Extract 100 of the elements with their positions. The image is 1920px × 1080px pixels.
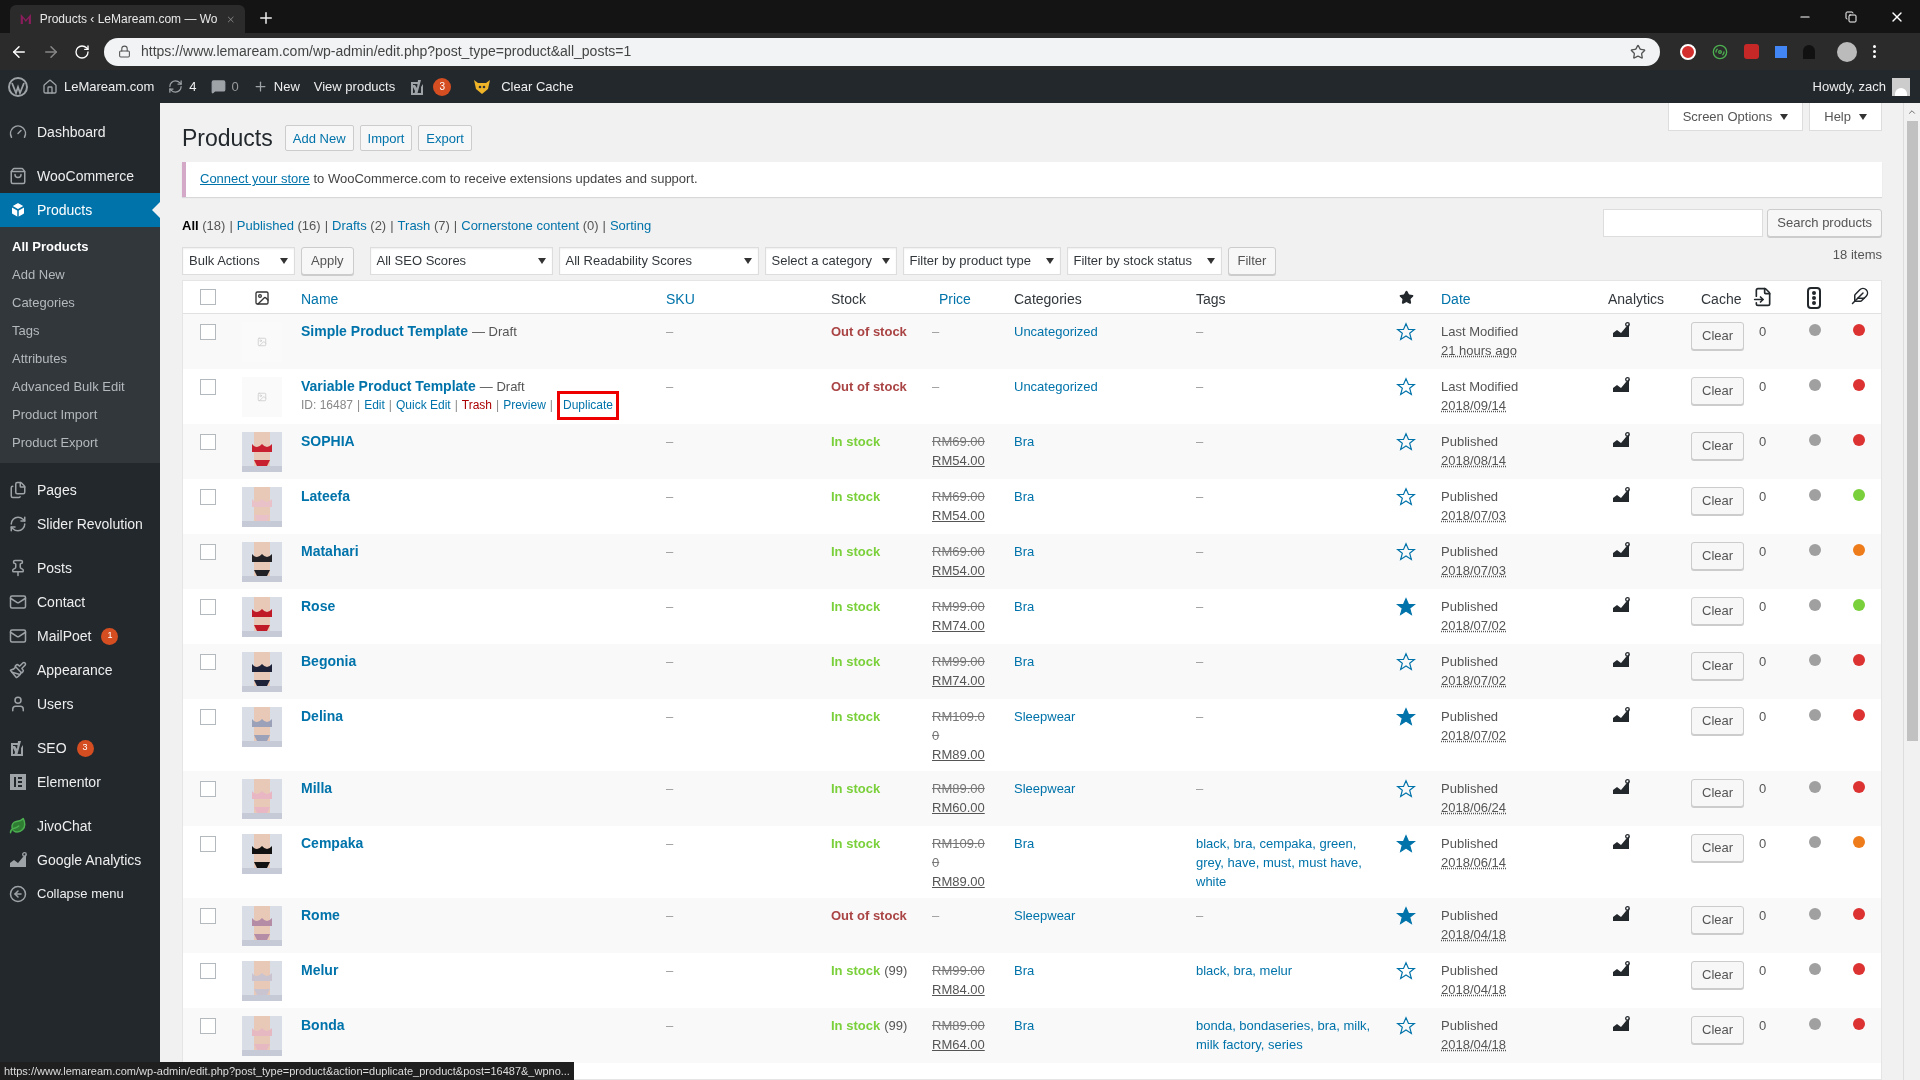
category-link[interactable]: Bra [1014,835,1035,851]
clear-cache-button[interactable]: Clear [1691,778,1745,807]
new-tab-icon[interactable] [257,9,275,27]
category-link[interactable]: Uncategorized [1014,378,1098,394]
product-name-link[interactable]: SOPHIA [301,431,355,451]
menu-icon[interactable] [1873,45,1876,58]
star-icon[interactable] [1396,321,1416,342]
column-header[interactable]: Price [939,290,971,307]
updates-count[interactable]: 4 [189,76,197,97]
clear-cache-button[interactable]: Clear [1691,431,1745,460]
clear-cache-link[interactable]: Clear Cache [501,76,574,97]
site-link[interactable]: LeMaream.com [64,76,155,97]
submenu-item[interactable]: Product Import [0,401,160,429]
view-products-link[interactable]: View products [313,76,396,97]
view-filter-link[interactable]: Trash (7) [397,216,450,236]
reload-icon[interactable] [74,43,90,60]
category-link[interactable]: Bra [1014,488,1035,504]
submenu-item[interactable]: Product Export [0,429,160,457]
menu-item[interactable]: Dashboard [0,115,160,149]
stop-extension-icon[interactable] [1680,43,1696,60]
submenu-item[interactable]: Categories [0,289,160,317]
category-link[interactable]: Bra [1014,433,1035,449]
dropdown[interactable]: All SEO Scores [369,246,553,275]
screen-meta-tab[interactable]: Screen Options [1667,103,1804,131]
row-checkbox[interactable] [200,962,216,979]
product-name-link[interactable]: Bonda [301,1015,345,1035]
star-icon[interactable] [1396,905,1416,926]
row-action-link[interactable]: Duplicate [556,390,619,420]
row-checkbox[interactable] [200,1017,216,1034]
product-name-link[interactable]: Delina [301,706,343,726]
view-filter-link[interactable]: All (18) [182,216,226,236]
menu-item[interactable]: Products [0,193,160,227]
star-icon[interactable] [1396,833,1416,854]
column-header[interactable]: Date [1441,290,1471,307]
category-link[interactable]: Bra [1014,962,1035,978]
product-name-link[interactable]: Lateefa [301,486,351,506]
filter-button[interactable]: Filter [1227,246,1277,275]
star-icon[interactable] [1396,778,1416,799]
star-icon[interactable] [1396,1015,1416,1036]
menu-item[interactable]: MailPoet 1 [0,619,160,653]
column-header[interactable]: Name [301,290,339,307]
menu-item[interactable]: Pages [0,473,160,507]
dropdown[interactable]: Filter by stock status [1066,246,1222,275]
submenu-item[interactable]: Add New [0,261,160,289]
clear-cache-button[interactable]: Clear [1691,1015,1745,1044]
row-checkbox[interactable] [200,488,216,505]
star-icon[interactable] [1396,706,1416,727]
scrollbar[interactable] [1903,103,1920,1080]
screen-meta-tab[interactable]: Help [1809,103,1882,131]
row-action-link[interactable]: Trash [461,395,493,415]
menu-item[interactable]: SEO 3 [0,731,160,765]
bookmark-star-icon[interactable] [1630,43,1646,60]
submenu-item[interactable]: Tags [0,317,160,345]
row-action-link[interactable]: Edit [364,395,385,415]
row-action-link[interactable]: Quick Edit [396,395,451,415]
star-icon[interactable] [1396,541,1416,562]
star-icon[interactable] [1396,960,1416,981]
select-all-checkbox[interactable] [200,288,216,305]
clear-cache-button[interactable]: Clear [1691,321,1745,350]
star-icon[interactable] [1396,431,1416,452]
menu-item[interactable]: Appearance [0,653,160,687]
clear-cache-button[interactable]: Clear [1691,651,1745,680]
row-checkbox[interactable] [200,780,216,797]
row-checkbox[interactable] [200,598,216,615]
search-button[interactable]: Search products [1767,208,1882,237]
row-checkbox[interactable] [200,543,216,560]
clear-cache-button[interactable]: Clear [1691,960,1745,989]
menu-item[interactable]: Elementor [0,765,160,799]
greeting[interactable]: Howdy, zach [1812,76,1886,97]
tag-links[interactable]: bonda, bondaseries, bra, milk, milk factory, series [1196,1015,1371,1054]
address-bar[interactable]: https://www.lemaream.com/wp-admin/edit.php?post_type=product&all_posts=1 [104,37,1660,66]
row-checkbox[interactable] [200,708,216,725]
product-name-link[interactable]: Cempaka [301,833,364,853]
comments-count[interactable]: 0 [231,76,239,97]
row-checkbox[interactable] [200,323,216,340]
scrollbar-thumb[interactable] [1906,121,1918,741]
star-icon[interactable] [1396,651,1416,672]
category-link[interactable]: Sleepwear [1014,780,1076,796]
star-icon[interactable] [1396,486,1416,507]
tag-links[interactable]: black, bra, melur [1196,960,1371,980]
product-name-link[interactable]: Rome [301,905,340,925]
apply-button[interactable]: Apply [301,246,354,275]
browser-tab[interactable]: Products ‹ LeMaream.com — Wo [10,5,245,33]
search-field[interactable] [1603,208,1764,237]
clear-cache-button[interactable]: Clear [1691,486,1745,515]
submenu-item[interactable]: Advanced Bulk Edit [0,373,160,401]
submenu-item[interactable]: Attributes [0,345,160,373]
category-link[interactable]: Bra [1014,598,1035,614]
dropdown[interactable]: Select a category [764,246,897,275]
wordpress-logo-icon[interactable] [8,76,28,97]
product-name-link[interactable]: Rose [301,596,336,616]
row-checkbox[interactable] [200,378,216,395]
clear-cache-button[interactable]: Clear [1691,833,1745,862]
category-link[interactable]: Sleepwear [1014,907,1076,923]
view-filter-link[interactable]: Published (16) [236,216,321,236]
tag-links[interactable]: black, bra, cempaka, green, grey, have, must, must have, white [1196,833,1371,891]
clear-cache-button[interactable]: Clear [1691,596,1745,625]
connect-store-link[interactable]: Connect your store [200,171,310,187]
new-link[interactable]: New [273,76,300,97]
menu-item[interactable]: Users [0,687,160,721]
